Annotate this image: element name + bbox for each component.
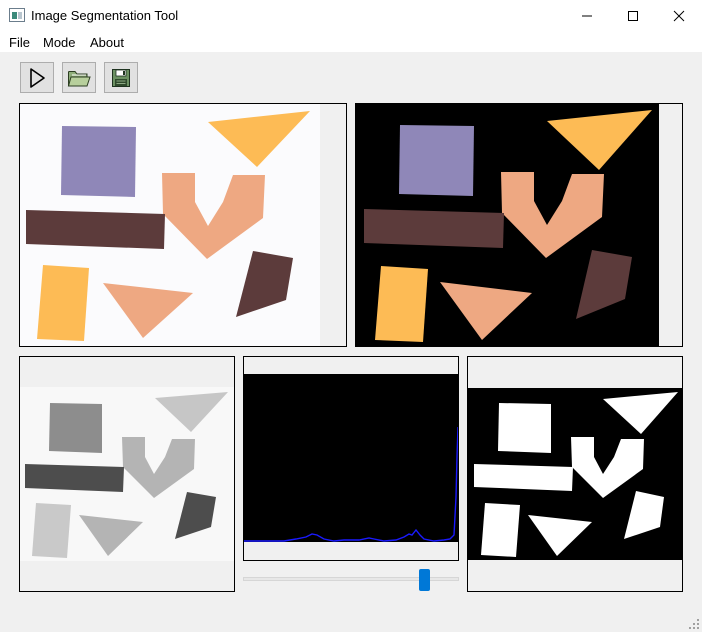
- play-icon: [30, 67, 45, 88]
- minimize-button[interactable]: [564, 0, 610, 32]
- grayscale-image-panel: [19, 356, 235, 592]
- grayscale-image: [20, 387, 234, 561]
- close-button[interactable]: [656, 0, 702, 32]
- save-button[interactable]: [104, 62, 138, 93]
- folder-open-icon: [67, 70, 91, 86]
- menu-about[interactable]: About: [90, 35, 124, 50]
- menu-mode[interactable]: Mode: [43, 35, 76, 50]
- slider-handle[interactable]: [419, 569, 430, 591]
- title-bar: Image Segmentation Tool: [0, 0, 702, 32]
- original-image: [20, 104, 320, 346]
- histogram-chart: [244, 374, 458, 542]
- minimize-icon: [582, 15, 592, 17]
- maximize-icon: [628, 11, 638, 21]
- window-title: Image Segmentation Tool: [31, 8, 179, 23]
- original-image-panel: [19, 103, 347, 347]
- segmented-image-panel: [355, 103, 683, 347]
- threshold-slider[interactable]: [243, 568, 459, 592]
- menu-file[interactable]: File: [9, 35, 30, 50]
- menu-bar: File Mode About: [0, 32, 702, 52]
- mask-image: [468, 388, 682, 560]
- segmented-image: [356, 104, 659, 346]
- maximize-button[interactable]: [610, 0, 656, 32]
- run-button[interactable]: [20, 62, 54, 93]
- histogram-panel: [243, 356, 459, 561]
- open-button[interactable]: [62, 62, 96, 93]
- close-icon: [673, 10, 685, 22]
- mask-image-panel: [467, 356, 683, 592]
- app-window-icon: [9, 8, 25, 22]
- floppy-disk-icon: [112, 68, 130, 87]
- resize-grip-icon[interactable]: [688, 618, 700, 630]
